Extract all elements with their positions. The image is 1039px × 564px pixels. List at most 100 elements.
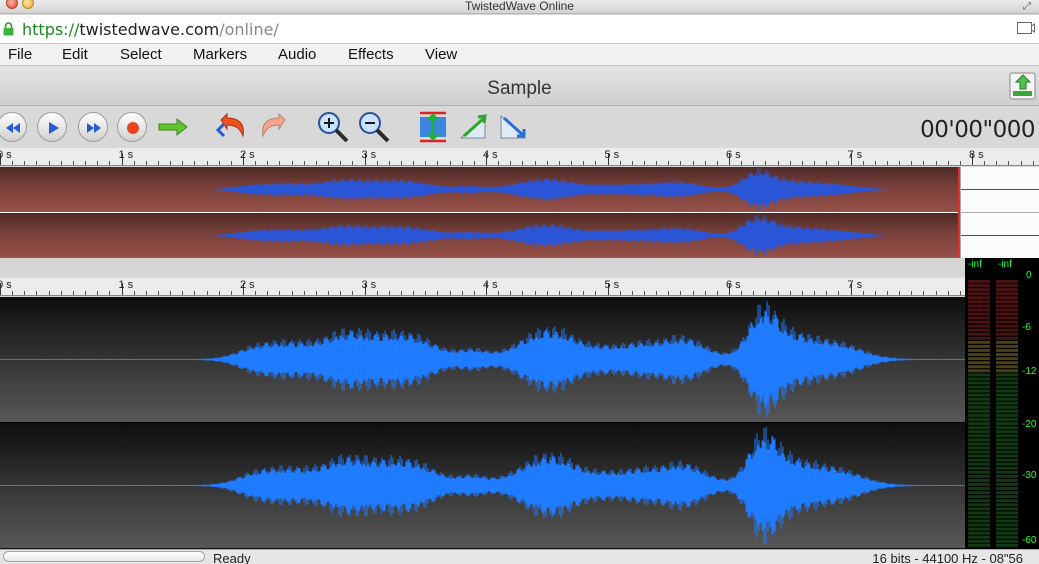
overview-channel-left[interactable] [0,167,958,212]
ruler-minor-tick [36,161,38,165]
ruler-minor-tick [692,291,694,295]
ruler-label: 6 s [726,279,741,291]
window-title: TwistedWave Online [465,0,574,13]
fade-in-icon[interactable] [458,110,490,144]
zoom-out-icon[interactable] [356,110,392,144]
ruler-minor-tick [558,291,560,295]
meter-segment [996,389,1018,393]
ruler-minor-tick [886,291,888,295]
meter-right-bar [996,280,1018,547]
ruler-minor-tick [182,291,184,295]
meter-segment [996,430,1018,434]
ruler-minor-tick [315,291,317,295]
ruler-minor-tick [72,161,74,165]
ruler-minor-tick [619,161,621,165]
address-bar[interactable]: https://twistedwave.com/online/ [0,15,1039,44]
menu-effects[interactable]: Effects [348,46,394,63]
ruler-minor-tick [218,291,220,295]
ruler-minor-tick [753,161,755,165]
waveform-area[interactable] [0,297,965,549]
zoom-in-icon[interactable] [315,110,351,144]
fullscreen-icon[interactable]: ⤢ [1023,1,1031,12]
overview-channel-right[interactable] [0,213,958,258]
meter-segment [996,462,1018,466]
fast-forward-button[interactable] [78,112,108,142]
ruler-minor-tick [36,291,38,295]
meter-segment [968,324,990,328]
ruler-minor-tick [498,291,500,295]
meter-segment [968,418,990,421]
undo-icon[interactable] [215,110,249,144]
meter-segment [996,454,1018,458]
export-icon[interactable] [1009,71,1037,101]
menu-audio[interactable]: Audio [278,46,316,63]
meter-segment [996,466,1018,470]
overview-panel[interactable] [0,167,1039,258]
ruler-minor-tick [48,161,50,165]
screen-share-icon[interactable] [1017,22,1035,35]
ruler-minor-tick [862,291,864,295]
waveform-right [0,426,965,545]
channel-right[interactable] [0,423,965,548]
rewind-button[interactable] [0,112,27,142]
redo-icon[interactable] [257,110,291,144]
menu-bar: File Edit Select Markers Audio Effects V… [0,44,1039,66]
ruler-minor-tick [631,161,633,165]
record-button[interactable] [117,112,147,142]
play-icon [49,122,59,134]
meter-segment [996,328,1018,332]
meter-segment [996,527,1018,531]
lock-icon [3,22,14,36]
meter-segment [968,385,990,389]
meter-segment [996,288,1018,291]
ruler-minor-tick [12,291,14,295]
meter-segment [996,304,1018,308]
meter-segment [968,304,990,308]
go-right-icon[interactable] [157,110,189,144]
ruler-minor-tick [692,161,694,165]
ruler-minor-tick [376,161,378,165]
db-label-60: -60 [1022,535,1037,546]
fit-vertical-icon[interactable] [417,110,449,144]
url-path: /online/ [219,20,279,39]
overview-playhead[interactable] [958,167,960,258]
rewind-icon [6,123,20,133]
meter-segment [996,523,1018,527]
ruler-minor-tick [510,161,512,165]
channel-left[interactable] [0,297,965,422]
meter-segment [968,377,990,381]
document-title[interactable]: Sample [0,78,1039,100]
menu-view[interactable]: View [425,46,457,63]
ruler-minor-tick [826,291,828,295]
meter-segment [996,479,1018,482]
ruler-minor-tick [874,161,876,165]
meter-segment [968,345,990,348]
main-ruler[interactable]: 0 s 1 s 2 s 3 s 4 s 5 s 6 s 7 s [0,278,965,296]
meter-segment [968,422,990,425]
fade-out-icon[interactable] [498,110,530,144]
meter-segment [968,454,990,458]
meter-segment [996,353,1018,356]
ruler-minor-tick [801,161,803,165]
meter-segment [968,523,990,527]
ruler-minor-tick [826,161,828,165]
meter-segment [996,543,1018,547]
meter-segment [968,466,990,470]
menu-edit[interactable]: Edit [62,46,88,63]
overview-tail-right [960,213,1039,258]
menu-markers[interactable]: Markers [193,46,247,63]
menu-file[interactable]: File [8,46,32,63]
url-text[interactable]: https://twistedwave.com/online/ [22,20,279,39]
ruler-minor-tick [170,291,172,295]
time-display: 00'00"000 [920,117,1035,143]
menu-select[interactable]: Select [120,46,162,63]
ruler-minor-tick [923,291,925,295]
ruler-minor-tick [923,161,925,165]
ruler-minor-tick [230,291,232,295]
ruler-label: 0 s [0,149,12,161]
overview-ruler[interactable]: 0 s 1 s 2 s 3 s 4 s 5 s 6 s 7 s 8 s [0,148,1039,166]
meter-segment [996,373,1018,377]
meter-segment [996,422,1018,425]
meter-segment [996,495,1018,499]
play-button[interactable] [37,112,67,142]
